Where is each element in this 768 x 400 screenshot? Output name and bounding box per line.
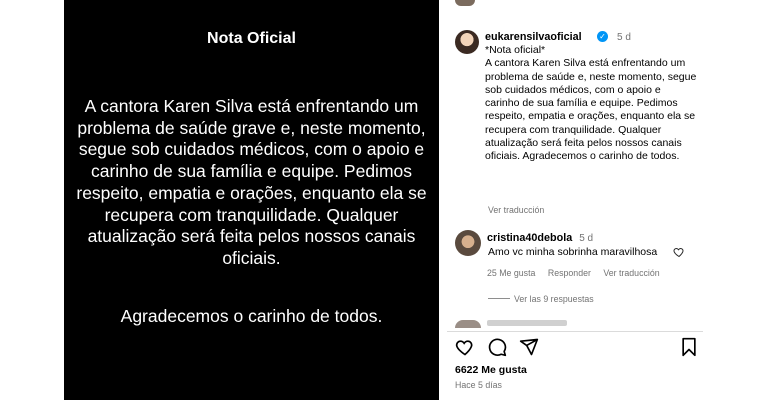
comment-heart-icon[interactable]	[673, 246, 685, 258]
right-margin	[704, 0, 768, 400]
next-comment-partial	[487, 320, 567, 326]
bookmark-icon[interactable]	[679, 337, 699, 357]
caption-body: A cantora Karen Silva está enfrentando u…	[485, 57, 697, 163]
share-icon[interactable]	[519, 337, 539, 357]
comment-actions: 25 Me gusta Responder Ver traducción	[487, 268, 670, 278]
caption-text: *Nota oficial* A cantora Karen Silva est…	[485, 44, 697, 164]
commenter-username[interactable]: cristina40debola 5 d	[487, 232, 593, 244]
view-replies-button[interactable]: Ver las 9 respuestas	[514, 294, 594, 304]
left-margin	[0, 0, 64, 400]
caption-translate-link[interactable]: Ver traducción	[488, 205, 544, 215]
post-image: Nota Oficial A cantora Karen Silva está …	[64, 0, 439, 400]
commenter-name[interactable]: cristina40debola	[487, 232, 572, 244]
comment-time: 5 d	[579, 233, 594, 244]
caption-time[interactable]: 5 d	[617, 32, 631, 43]
post-thanks: Agradecemos o carinho de todos.	[120, 306, 383, 326]
post-age: Hace 5 días	[455, 380, 502, 390]
next-comment-avatar	[455, 320, 481, 328]
heart-icon[interactable]	[455, 337, 475, 357]
comment-translate-link[interactable]: Ver traducción	[603, 268, 659, 278]
previous-avatar	[455, 0, 475, 6]
post-body: A cantora Karen Silva está enfrentando u…	[76, 96, 427, 268]
verified-badge-icon: ✓	[597, 31, 608, 42]
comment-text: Amo vc minha sobrinha maravilhosa	[488, 246, 658, 258]
post-title: Nota Oficial	[207, 30, 296, 47]
caption-line1: *Nota oficial*	[485, 44, 546, 56]
footer-divider	[447, 331, 703, 332]
author-username[interactable]: eukarensilvaoficial	[485, 31, 582, 43]
comment-likes[interactable]: 25 Me gusta	[487, 268, 535, 278]
author-avatar[interactable]	[455, 30, 479, 54]
commenter-avatar[interactable]	[455, 230, 481, 256]
replies-divider	[488, 298, 510, 299]
comments-panel: eukarensilvaoficial ✓ 5 d *Nota oficial*…	[447, 0, 703, 400]
post-likes[interactable]: 6622 Me gusta	[455, 364, 527, 376]
comment-reply-button[interactable]: Responder	[548, 268, 591, 278]
comment-icon[interactable]	[487, 337, 507, 357]
